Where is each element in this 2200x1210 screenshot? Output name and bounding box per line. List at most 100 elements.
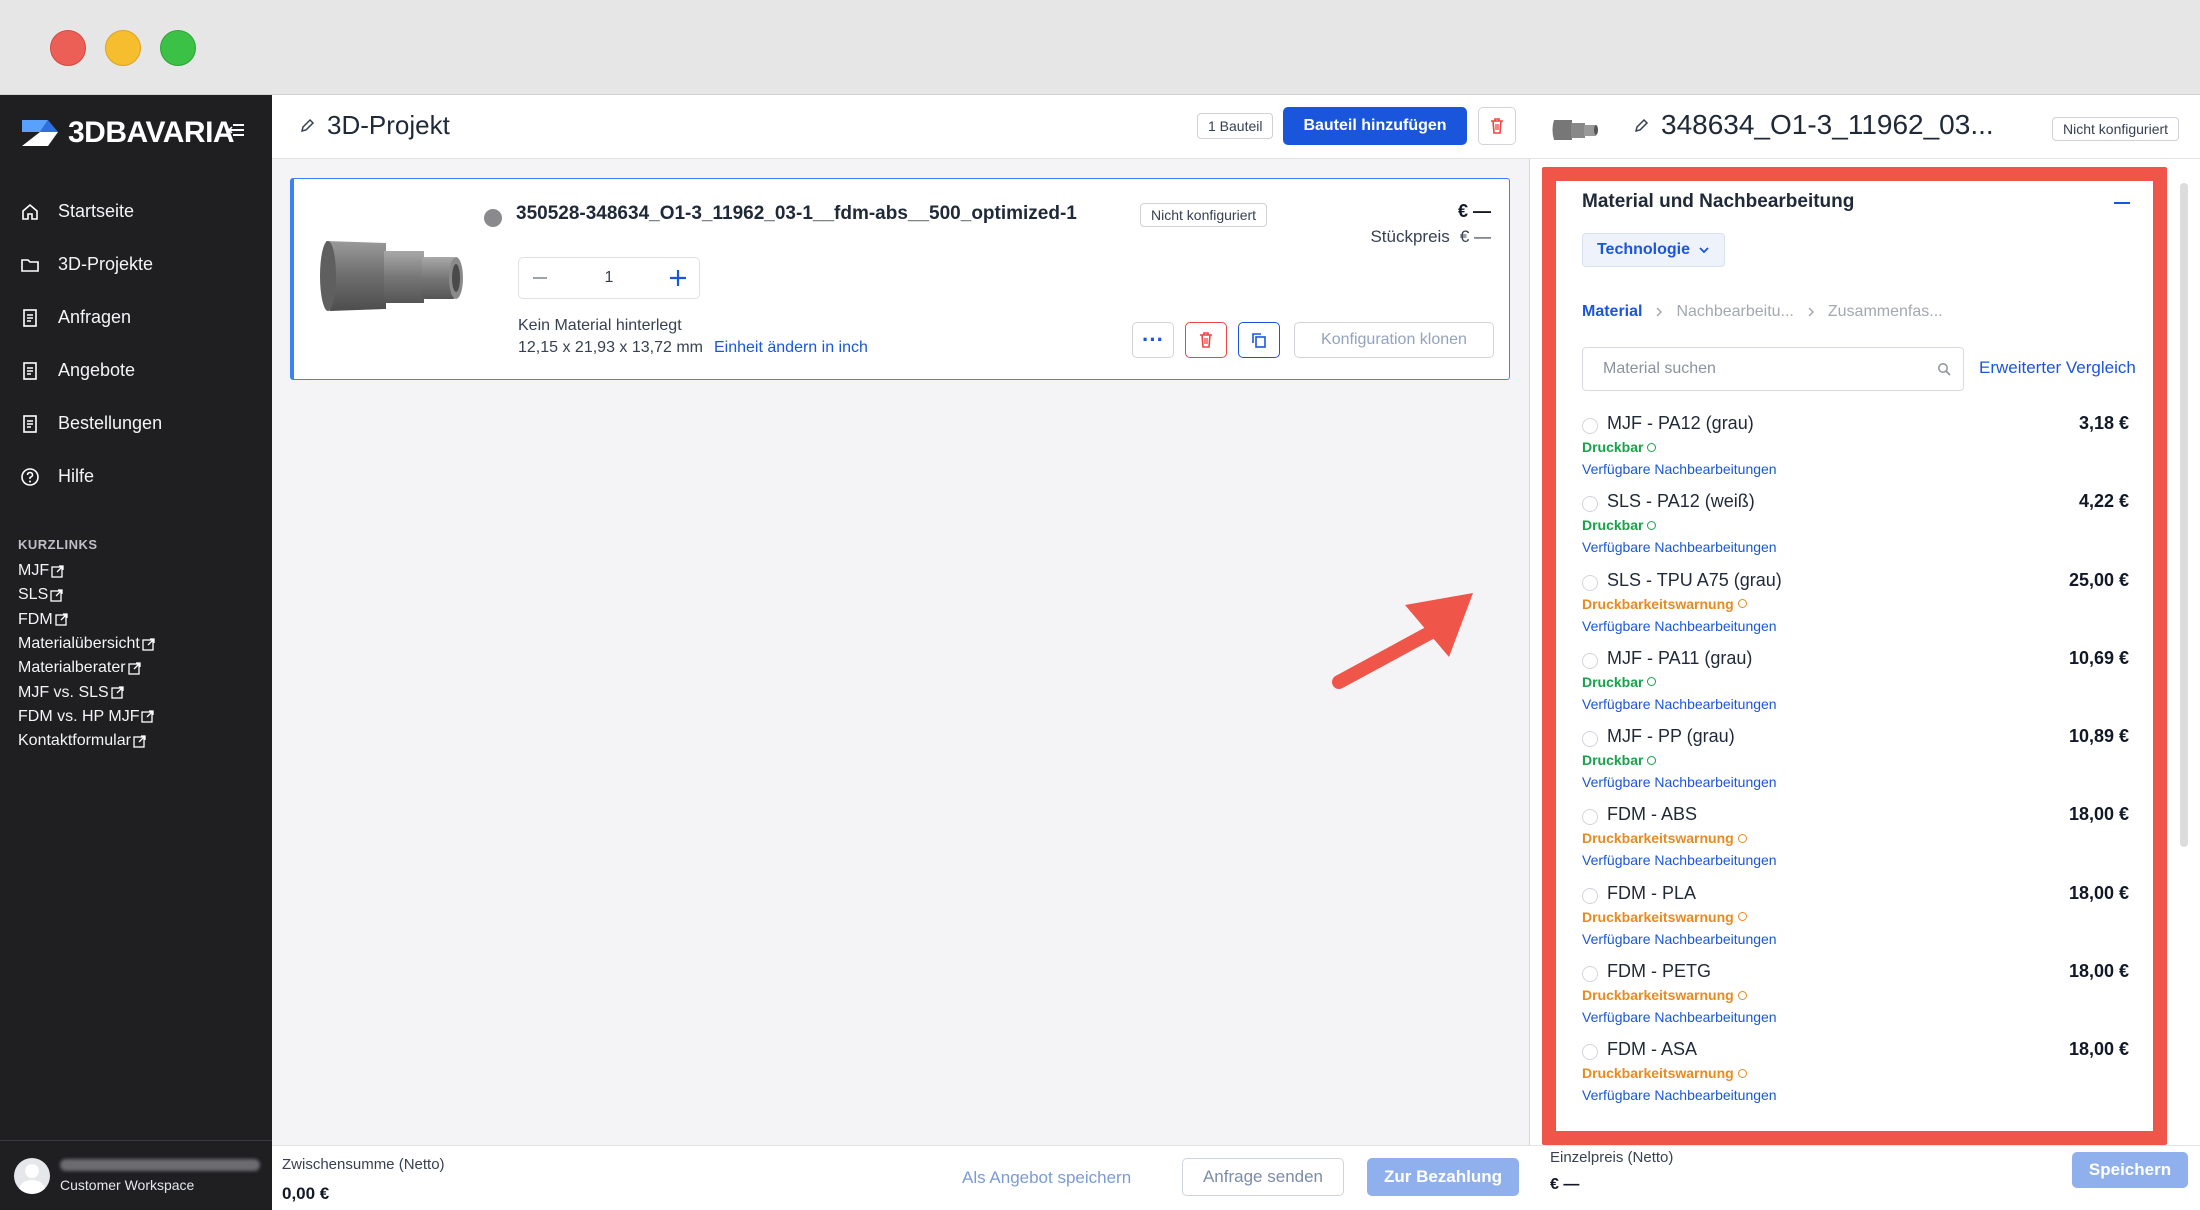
trash-icon [1200, 332, 1212, 348]
shortcut-label: Materialübersicht [18, 635, 140, 653]
close-window-button[interactable] [50, 30, 86, 66]
material-price: 4,22 € [2078, 491, 2129, 512]
change-unit-link[interactable]: Einheit ändern in inch [714, 339, 868, 357]
material-option[interactable]: MJF - PA11 (grau) 10,69 € Druckbar Verfügba… [1582, 646, 2129, 724]
material-radio[interactable] [1582, 574, 1598, 591]
minimize-window-button[interactable] [105, 30, 141, 66]
part-name[interactable]: 350528-348634_O1-3_11962_03-1__fdm-abs__… [516, 203, 1077, 225]
technology-dropdown[interactable]: Technologie [1582, 233, 1725, 267]
material-price: 18,00 € [2068, 882, 2129, 903]
avatar [14, 1157, 50, 1194]
available-postprocessing-link[interactable]: Verfügbare Nachbearbeitungen [1582, 1087, 1777, 1103]
info-icon[interactable] [1647, 442, 1657, 452]
checkout-button[interactable]: Zur Bezahlung [1367, 1158, 1519, 1196]
step-material[interactable]: Material [1582, 303, 1642, 321]
material-option[interactable]: FDM - ABS 18,00 € Druckbarkeitswarnung Verf… [1582, 802, 2129, 880]
info-icon[interactable] [1737, 833, 1747, 843]
material-option[interactable]: SLS - TPU A75 (grau) 25,00 € Druckbarkeits… [1582, 568, 2129, 646]
add-part-button[interactable]: Bauteil hinzufügen [1283, 107, 1467, 145]
more-options-button[interactable]: ··· [1132, 322, 1174, 358]
material-name: SLS - PA12 (weiß) [1607, 491, 1755, 512]
sidebar-item-anfragen[interactable]: Anfragen [0, 291, 272, 344]
material-search-input[interactable]: Material suchen [1582, 347, 1964, 391]
pencil-icon [1634, 118, 1649, 132]
shortcut-link-mjf[interactable]: MJF [18, 559, 155, 583]
available-postprocessing-link[interactable]: Verfügbare Nachbearbeitungen [1582, 461, 1777, 477]
available-postprocessing-link[interactable]: Verfügbare Nachbearbeitungen [1582, 1009, 1777, 1025]
part-card[interactable]: 350528-348634_O1-3_11962_03-1__fdm-abs__… [290, 178, 1510, 380]
available-postprocessing-link[interactable]: Verfügbare Nachbearbeitungen [1582, 696, 1777, 712]
material-radio[interactable] [1582, 496, 1598, 513]
panel-scrollbar[interactable] [2180, 183, 2188, 847]
collapse-sidebar-icon[interactable] [226, 119, 248, 141]
material-option[interactable]: SLS - PA12 (weiß) 4,22 € Druckbar Verfügbar… [1582, 489, 2129, 567]
material-option[interactable]: MJF - PA12 (grau) 3,18 € Druckbar Verfügbar… [1582, 411, 2129, 489]
account-menu[interactable]: Customer Workspace [0, 1140, 272, 1210]
shortcut-link-kontaktformular[interactable]: Kontaktformular [18, 729, 155, 753]
decrease-quantity-button[interactable] [519, 257, 561, 299]
material-option[interactable]: MJF - PP (grau) 10,89 € Druckbar Verfügbare… [1582, 724, 2129, 802]
material-price: 18,00 € [2068, 1039, 2129, 1060]
material-option[interactable]: FDM - PLA 18,00 € Druckbarkeitswarnung Verf… [1582, 881, 2129, 959]
project-title[interactable]: 3D-Projekt [300, 110, 450, 141]
part-count-badge: 1 Bauteil [1197, 113, 1274, 139]
info-icon[interactable] [1737, 990, 1747, 1000]
increase-quantity-button[interactable] [657, 257, 699, 299]
available-postprocessing-link[interactable]: Verfügbare Nachbearbeitungen [1582, 539, 1777, 555]
duplicate-part-button[interactable] [1238, 322, 1280, 358]
info-icon[interactable] [1647, 755, 1657, 765]
info-icon[interactable] [1737, 1068, 1747, 1078]
clone-configuration-button[interactable]: Konfiguration klonen [1294, 322, 1494, 358]
sidebar-item-startseite[interactable]: Startseite [0, 185, 272, 238]
main-content: 3D-Projekt 1 Bauteil Bauteil hinzufügen [272, 95, 1530, 1210]
sidebar-item-3d-projekte[interactable]: 3D-Projekte [0, 238, 272, 291]
info-icon[interactable] [1737, 599, 1747, 609]
material-list: MJF - PA12 (grau) 3,18 € Druckbar Verfügbar… [1582, 411, 2129, 1116]
sidebar-item-hilfe[interactable]: Hilfe [0, 450, 272, 503]
sidebar-item-label: Bestellungen [58, 413, 163, 433]
sidebar-item-angebote[interactable]: Angebote [0, 344, 272, 397]
shortcut-link-fdm-vs-hp-mjf[interactable]: FDM vs. HP MJF [18, 705, 155, 729]
shortcut-link-sls[interactable]: SLS [18, 583, 155, 607]
brand-logo[interactable]: 3DBAVARIA [18, 113, 235, 153]
available-postprocessing-link[interactable]: Verfügbare Nachbearbeitungen [1582, 774, 1777, 790]
info-icon[interactable] [1647, 520, 1657, 530]
send-request-button[interactable]: Anfrage senden [1182, 1158, 1344, 1196]
material-radio[interactable] [1582, 1044, 1598, 1061]
material-radio[interactable] [1582, 887, 1598, 904]
info-icon[interactable] [1647, 677, 1657, 687]
available-postprocessing-link[interactable]: Verfügbare Nachbearbeitungen [1582, 852, 1777, 868]
info-icon[interactable] [1737, 912, 1747, 922]
available-postprocessing-link[interactable]: Verfügbare Nachbearbeitungen [1582, 931, 1777, 947]
material-radio[interactable] [1582, 966, 1598, 983]
shortcut-link-mjf-vs-sls[interactable]: MJF vs. SLS [18, 680, 155, 704]
material-option[interactable]: FDM - PETG 18,00 € Druckbarkeitswarnung Ver… [1582, 959, 2129, 1037]
step-postprocessing[interactable]: Nachbearbeitu... [1676, 303, 1793, 321]
part-thumbnail[interactable] [308, 219, 478, 329]
delete-part-button[interactable] [1185, 322, 1227, 358]
external-link-icon [133, 735, 146, 748]
delete-project-button[interactable] [1478, 107, 1516, 145]
save-button[interactable]: Speichern [2072, 1152, 2188, 1188]
maximize-window-button[interactable] [160, 30, 196, 66]
shortcut-link-materialuebersicht[interactable]: Materialübersicht [18, 632, 155, 656]
collapse-section-button[interactable] [2114, 202, 2130, 204]
material-option[interactable]: FDM - ASA 18,00 € Druckbarkeitswarnung Verf… [1582, 1037, 2129, 1115]
step-summary[interactable]: Zusammenfas... [1828, 303, 1943, 321]
sidebar-item-bestellungen[interactable]: Bestellungen [0, 397, 272, 450]
material-radio[interactable] [1582, 731, 1598, 748]
extended-comparison-link[interactable]: Erweiterter Vergleich [1979, 358, 2136, 378]
printability-label: Druckbarkeitswarnung [1582, 1065, 1734, 1082]
material-radio[interactable] [1582, 418, 1598, 434]
material-price: 25,00 € [2068, 569, 2129, 590]
panel-part-title[interactable]: 348634_O1-3_11962_03... [1634, 109, 1994, 141]
sidebar: 3DBAVARIA Startseite 3D-Projekte Anfrage… [0, 95, 272, 1210]
material-radio[interactable] [1582, 809, 1598, 826]
quantity-input[interactable]: 1 [561, 269, 657, 287]
available-postprocessing-link[interactable]: Verfügbare Nachbearbeitungen [1582, 618, 1777, 634]
printability-label: Druckbarkeitswarnung [1582, 595, 1734, 612]
material-radio[interactable] [1582, 652, 1598, 669]
shortcut-link-fdm[interactable]: FDM [18, 608, 155, 632]
save-as-offer-button[interactable]: Als Angebot speichern [962, 1168, 1131, 1188]
shortcut-link-materialberater[interactable]: Materialberater [18, 656, 155, 680]
